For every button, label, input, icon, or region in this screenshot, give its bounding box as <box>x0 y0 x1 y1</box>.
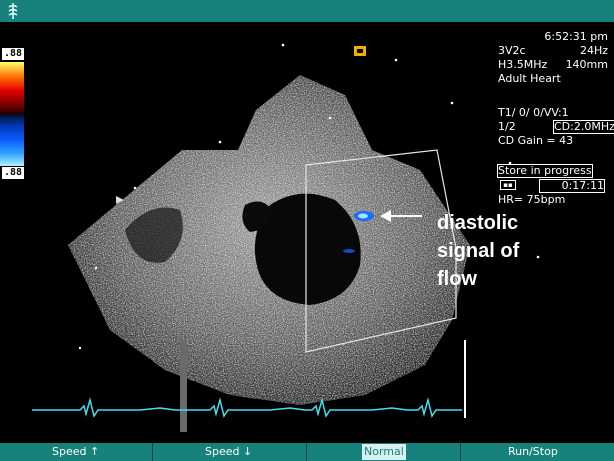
time-cursor <box>180 340 187 432</box>
cd-frequency: CD:2.0MHz <box>553 120 614 134</box>
store-icon: ▪▪ <box>500 180 516 190</box>
settings-line-2: 1/2 <box>498 120 516 133</box>
frame-rate: 24Hz <box>579 44 608 57</box>
normal-button[interactable]: Normal <box>362 444 406 460</box>
softkey-divider <box>152 443 153 461</box>
settings-line-1: T1/ 0/ 0/VV:1 <box>498 106 569 119</box>
preset-label: Adult Heart <box>498 72 561 85</box>
softkey-bar: Speed ↑ Speed ↓ Normal Run/Stop <box>0 443 614 461</box>
softkey-divider <box>306 443 307 461</box>
clock-readout: 6:52:31 pm <box>544 30 608 43</box>
probe-label: 3V2c <box>498 44 526 57</box>
speed-down-button[interactable]: Speed ↓ <box>205 444 252 460</box>
heart-rate: HR= 75bpm <box>498 193 566 206</box>
frequency-label: H3.5MHz <box>498 58 548 71</box>
depth-label: 140mm <box>565 58 608 71</box>
ultrasound-screen: .88 .88 6:52:31 pm 3V2c 24Hz H3.5MHz 140… <box>0 0 614 461</box>
ecg-trace <box>32 397 462 418</box>
cd-gain: CD Gain = 43 <box>498 134 574 147</box>
annotation-line-3: flow <box>437 268 477 290</box>
speed-up-button[interactable]: Speed ↑ <box>52 444 99 460</box>
run-stop-button[interactable]: Run/Stop <box>508 444 558 460</box>
annotation-line-1: diastolic <box>437 212 519 234</box>
softkey-divider <box>460 443 461 461</box>
annotation-text: diastolic signal of flow <box>437 209 519 293</box>
store-status: Store in progress <box>497 164 593 178</box>
store-timer: 0:17:11 <box>539 179 605 193</box>
annotation-line-2: signal of <box>437 240 520 262</box>
